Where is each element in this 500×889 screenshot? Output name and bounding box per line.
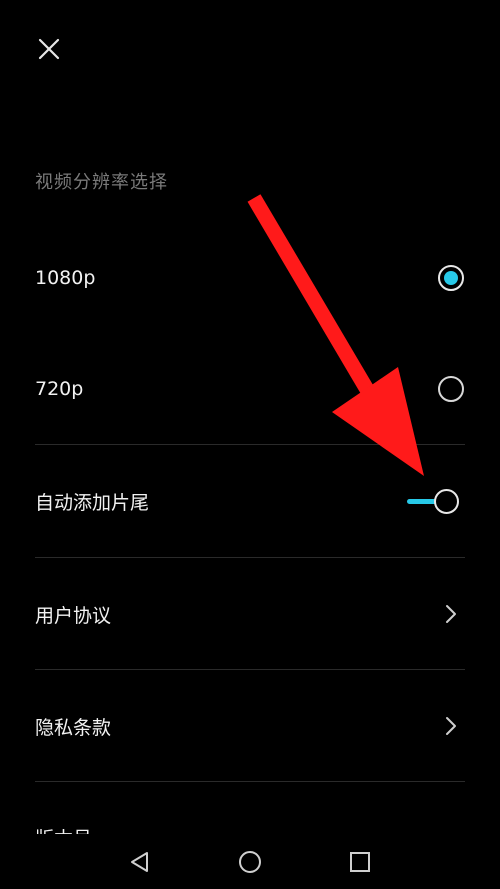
back-triangle-icon xyxy=(131,851,148,872)
auto-outro-toggle[interactable] xyxy=(407,487,459,515)
radio-unselected-icon[interactable] xyxy=(438,376,464,402)
resolution-option-label: 720p xyxy=(35,378,84,400)
home-button[interactable] xyxy=(235,847,265,877)
resolution-option-1080p[interactable]: 1080p xyxy=(35,222,465,334)
auto-outro-row[interactable]: 自动添加片尾 xyxy=(35,445,465,557)
divider xyxy=(35,781,465,782)
user-agreement-label: 用户协议 xyxy=(35,604,112,627)
recents-square-icon xyxy=(350,851,370,872)
auto-outro-label: 自动添加片尾 xyxy=(35,491,150,514)
close-button[interactable] xyxy=(30,30,68,68)
privacy-policy-label: 隐私条款 xyxy=(35,716,112,739)
toggle-knob xyxy=(434,489,459,514)
resolution-section-title: 视频分辨率选择 xyxy=(35,172,168,193)
system-nav-bar xyxy=(0,834,500,889)
radio-selected-icon[interactable] xyxy=(438,265,464,291)
resolution-option-720p[interactable]: 720p xyxy=(35,333,465,445)
chevron-right-icon xyxy=(446,717,456,735)
user-agreement-row[interactable]: 用户协议 xyxy=(35,558,465,670)
chevron-right-icon xyxy=(446,605,456,623)
recents-button[interactable] xyxy=(345,847,375,877)
privacy-policy-row[interactable]: 隐私条款 xyxy=(35,670,465,782)
back-button[interactable] xyxy=(125,847,155,877)
close-icon xyxy=(38,38,60,60)
resolution-option-label: 1080p xyxy=(35,267,96,289)
home-circle-icon xyxy=(239,850,261,873)
